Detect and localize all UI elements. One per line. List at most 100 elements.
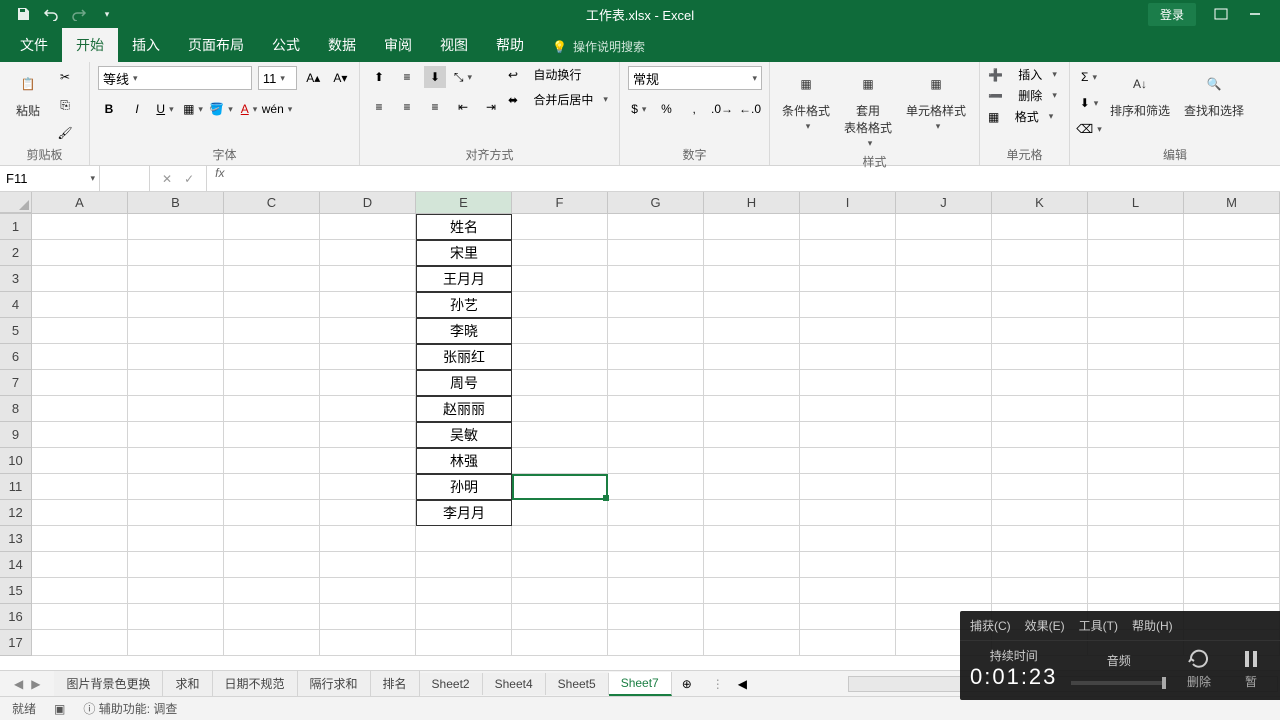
font-color-icon[interactable]: A▾ [238, 98, 260, 120]
cell[interactable] [320, 344, 416, 370]
cell[interactable] [128, 214, 224, 240]
cell[interactable] [992, 266, 1088, 292]
cell[interactable] [320, 292, 416, 318]
fill-icon[interactable]: ⬇▾ [1078, 92, 1100, 114]
cell[interactable] [128, 266, 224, 292]
cell[interactable] [320, 526, 416, 552]
row-header[interactable]: 15 [0, 578, 32, 604]
redo-icon[interactable] [70, 5, 88, 23]
cell[interactable] [1088, 396, 1184, 422]
sheet-tab[interactable]: Sheet7 [609, 672, 672, 696]
italic-button[interactable]: I [126, 98, 148, 120]
cell[interactable] [32, 370, 128, 396]
cell[interactable] [128, 292, 224, 318]
cell[interactable] [1088, 500, 1184, 526]
font-name-combo[interactable]: 等线▾ [98, 66, 252, 90]
row-header[interactable]: 11 [0, 474, 32, 500]
cell[interactable] [1184, 344, 1280, 370]
cell[interactable] [416, 604, 512, 630]
cell[interactable] [896, 318, 992, 344]
cell[interactable] [704, 318, 800, 344]
cell[interactable] [128, 552, 224, 578]
row-header[interactable]: 1 [0, 214, 32, 240]
cell[interactable] [896, 240, 992, 266]
tab-data[interactable]: 数据 [314, 28, 370, 62]
cell[interactable] [1088, 370, 1184, 396]
qat-customize-icon[interactable]: ▾ [98, 5, 116, 23]
format-as-table-button[interactable]: ▦套用 表格格式▾ [840, 66, 896, 151]
audio-slider[interactable] [1071, 681, 1166, 685]
cell[interactable] [1184, 422, 1280, 448]
column-header[interactable]: A [32, 192, 128, 213]
cell[interactable] [32, 500, 128, 526]
cell[interactable] [992, 552, 1088, 578]
cell[interactable] [1184, 448, 1280, 474]
cell[interactable] [320, 552, 416, 578]
select-all-corner[interactable] [0, 192, 32, 213]
tab-help[interactable]: 帮助 [482, 28, 538, 62]
tab-layout[interactable]: 页面布局 [174, 28, 258, 62]
cell[interactable] [608, 396, 704, 422]
cell[interactable] [128, 474, 224, 500]
column-header[interactable]: G [608, 192, 704, 213]
cell[interactable] [32, 422, 128, 448]
cell[interactable] [1184, 526, 1280, 552]
decrease-decimal-icon[interactable]: ←.0 [739, 98, 761, 120]
column-header[interactable]: L [1088, 192, 1184, 213]
delete-cells-button[interactable]: ➖ 删除▾ [988, 87, 1061, 104]
hscroll-left-icon[interactable]: ◀ [734, 677, 751, 691]
cell[interactable] [800, 526, 896, 552]
cell[interactable] [1184, 500, 1280, 526]
cell[interactable] [1088, 474, 1184, 500]
cell[interactable] [1184, 552, 1280, 578]
cell[interactable] [1088, 318, 1184, 344]
cell[interactable] [896, 578, 992, 604]
cell[interactable] [608, 526, 704, 552]
align-top-icon[interactable]: ⬆ [368, 66, 390, 88]
cell[interactable] [992, 292, 1088, 318]
recorder-pause-button[interactable]: 暂 [1232, 647, 1270, 690]
increase-decimal-icon[interactable]: .0→ [711, 98, 733, 120]
cell[interactable] [1088, 578, 1184, 604]
align-right-icon[interactable]: ≡ [424, 96, 446, 118]
paste-button[interactable]: 📋 粘贴 [8, 66, 48, 121]
cell[interactable] [992, 422, 1088, 448]
cell[interactable] [992, 526, 1088, 552]
cell-styles-button[interactable]: ▦单元格样式▾ [902, 66, 970, 134]
underline-button[interactable]: U▾ [154, 98, 176, 120]
cell[interactable] [992, 240, 1088, 266]
column-header[interactable]: D [320, 192, 416, 213]
cell[interactable] [608, 240, 704, 266]
cell[interactable] [608, 292, 704, 318]
cell[interactable] [992, 500, 1088, 526]
clear-icon[interactable]: ⌫▾ [1078, 118, 1100, 140]
cell[interactable] [512, 214, 608, 240]
cell[interactable] [32, 396, 128, 422]
column-header[interactable]: J [896, 192, 992, 213]
cell[interactable] [704, 578, 800, 604]
cell[interactable] [32, 266, 128, 292]
sheet-nav-next-icon[interactable]: ▶ [31, 677, 40, 691]
cell[interactable] [128, 422, 224, 448]
cell[interactable] [512, 266, 608, 292]
cell[interactable] [512, 370, 608, 396]
cell[interactable] [32, 344, 128, 370]
wrap-text-button[interactable]: ↩ 自动换行 [508, 66, 608, 83]
cell[interactable] [800, 474, 896, 500]
cell[interactable] [224, 214, 320, 240]
sort-filter-button[interactable]: A↓排序和筛选 [1106, 66, 1174, 121]
cell[interactable] [32, 552, 128, 578]
recorder-delete-button[interactable]: 删除 [1180, 647, 1218, 690]
cell[interactable] [704, 526, 800, 552]
macro-record-icon[interactable]: ▣ [54, 702, 65, 716]
cell[interactable] [608, 604, 704, 630]
cell[interactable]: 张丽红 [416, 344, 512, 370]
cell[interactable] [608, 318, 704, 344]
font-size-combo[interactable]: 11▾ [258, 66, 297, 90]
column-header[interactable]: M [1184, 192, 1280, 213]
cell[interactable] [224, 604, 320, 630]
cell[interactable] [512, 422, 608, 448]
cell[interactable] [704, 630, 800, 656]
cell[interactable] [320, 214, 416, 240]
cell[interactable] [1088, 526, 1184, 552]
